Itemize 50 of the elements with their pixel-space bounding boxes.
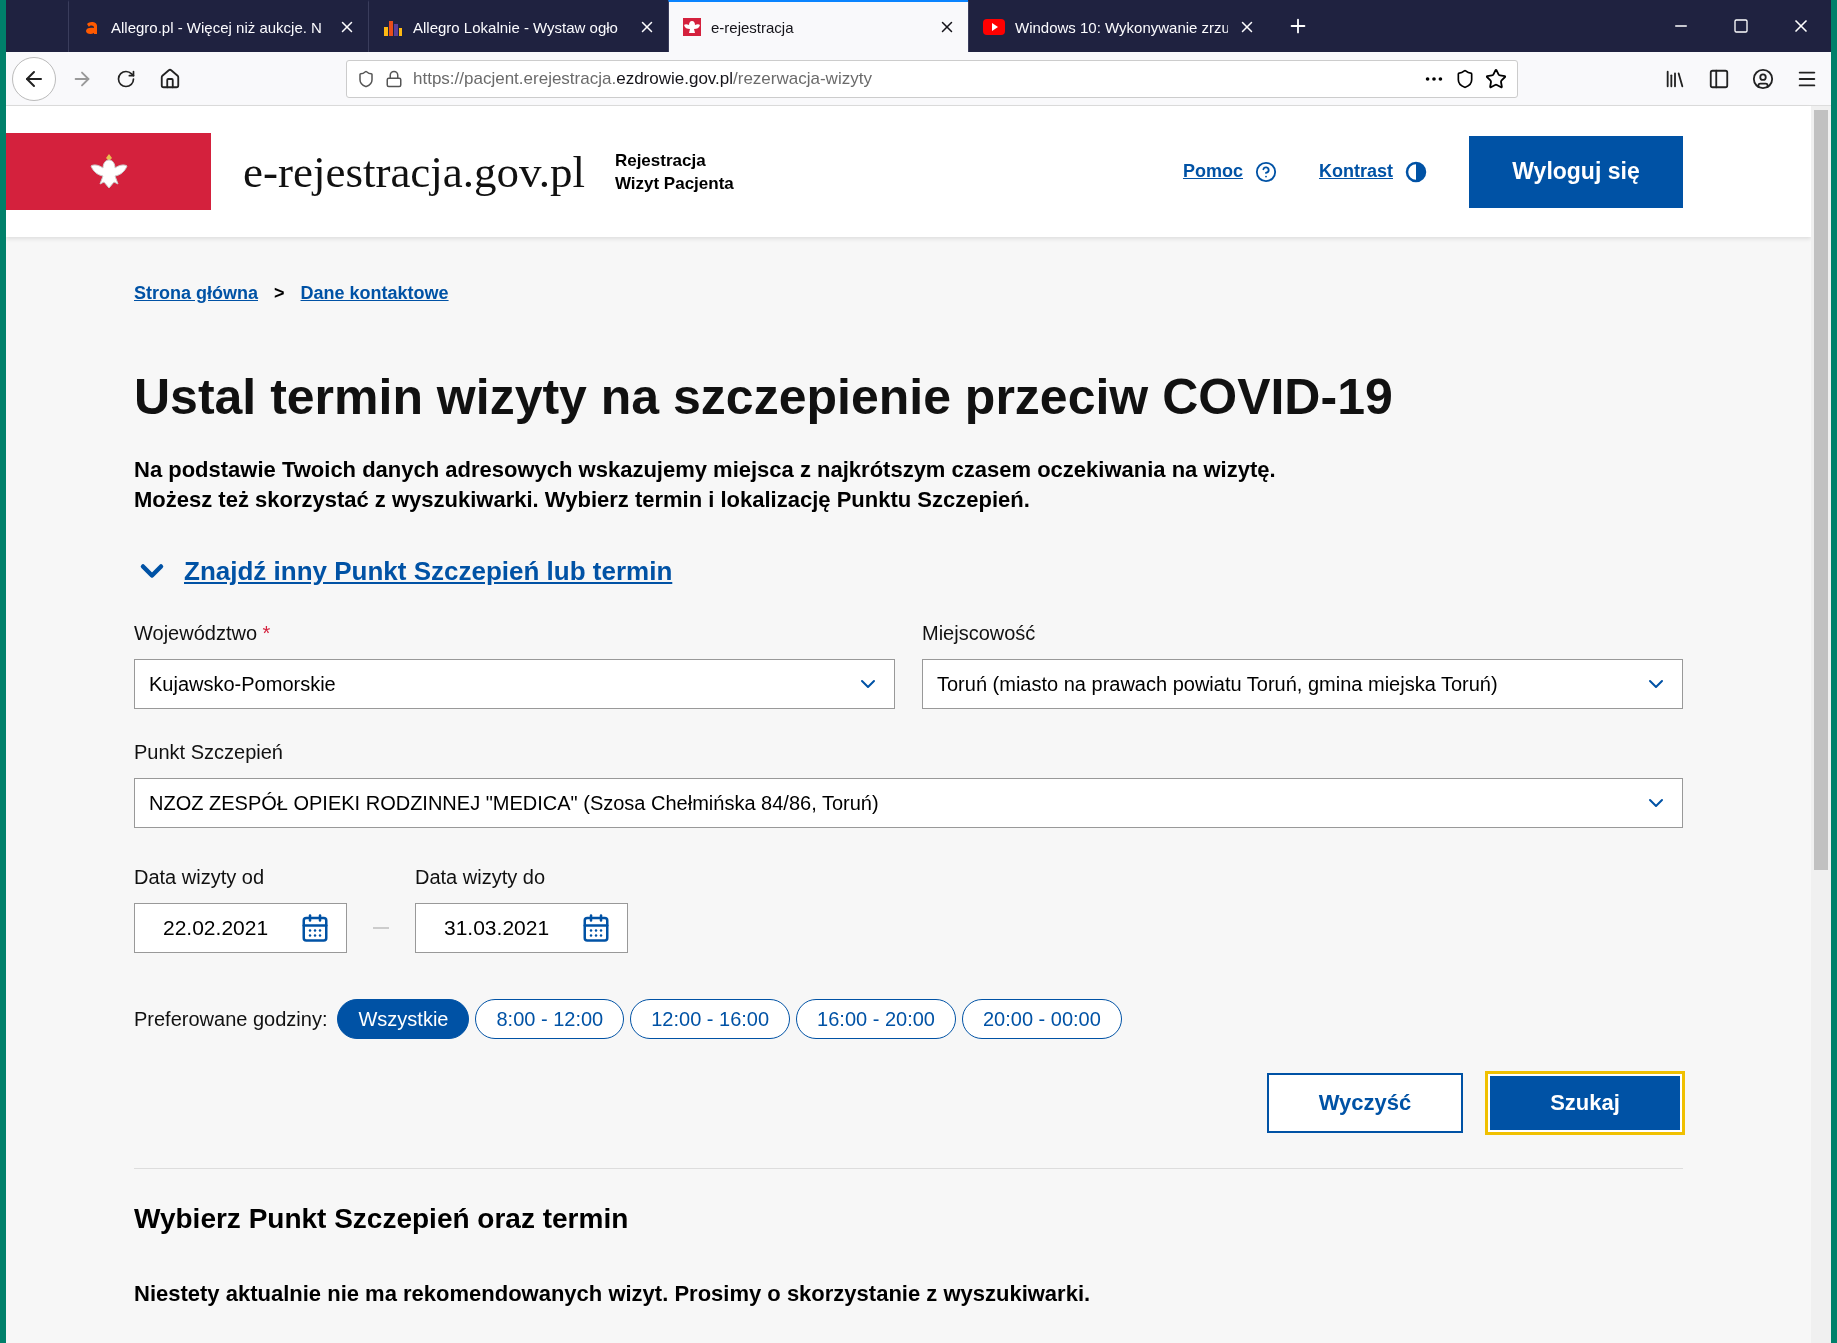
intro-text: Na podstawie Twoich danych adresowych wskazujemy miejsca z najkrótszym czasem oczekiwania na wizytę. Możesz też skorzystać z wyszukiwarki. Wybierz termin i lokalizację Punktu Szczepień. [134,456,1277,514]
hour-chip[interactable]: 16:00 - 20:00 [796,999,956,1039]
calendar-icon [581,913,611,943]
help-link[interactable]: Pomoc [1182,160,1277,183]
address-bar[interactable]: https://pacjent.erejestracja.ezdrowie.gov.pl/rezerwacja-wizyty [346,59,1518,98]
back-button[interactable] [12,56,56,101]
hour-chip[interactable]: 12:00 - 16:00 [630,999,791,1039]
page-title: Ustal termin wizyty na szczepienie przeciw COVID-19 [134,368,1394,426]
play-icon [983,19,1005,35]
account-icon[interactable] [1752,67,1774,90]
lock-icon [385,69,403,88]
breadcrumb-link[interactable]: Dane kontaktowe [300,283,449,304]
calendar-icon [300,913,330,943]
breadcrumb-link[interactable]: Strona główna [134,283,258,304]
search-toggle-link[interactable]: Znajdź inny Punkt Szczepień lub termin [134,553,673,589]
select-field[interactable]: Toruń (miasto na prawach powiatu Toruń, gmina miejska Toruń) [922,659,1683,709]
hour-chip[interactable]: 20:00 - 00:00 [961,999,1122,1039]
search-button[interactable]: Szukaj [1485,1071,1685,1135]
date-field[interactable]: 22.02.2021 [134,903,347,953]
site-logo[interactable]: e-rejestracja.gov.pl [243,145,585,198]
select-field[interactable]: NZOZ ZESPÓŁ OPIEKI RODZINNEJ "MEDICA" (Szosa Chełmińska 84/86, Toruń) [134,778,1683,828]
results-message: Niestety aktualnie nie ma rekomendowanych wizyt. Prosimy o skorzystanie z wyszukiwarki. [134,1281,1092,1307]
site-subtitle: Rejestracja Wizyt Pacjenta [614,149,734,195]
section-heading: Wybierz Punkt Szczepień oraz termin [134,1203,630,1235]
star-icon[interactable] [1485,67,1507,90]
hours-label: Preferowane godziny: [134,1007,328,1031]
clear-button[interactable]: Wyczyść [1267,1073,1463,1133]
date-field[interactable]: 31.03.2021 [415,903,628,953]
contrast-link[interactable]: Kontrast [1319,160,1427,183]
logout-button[interactable]: Wyloguj się [1469,135,1683,208]
maximize-icon[interactable] [1733,18,1749,34]
sidebar-icon[interactable] [1708,67,1730,90]
flag-eagle-icon [683,18,701,36]
select-field[interactable]: Kujawsko-Pomorskie [134,659,895,709]
breadcrumb-separator: > [274,283,285,304]
field-label: Województwo * [134,622,272,645]
scrollbar-thumb[interactable] [1814,110,1828,870]
field-label: Data wizyty do [415,866,547,889]
browser-tab[interactable]: e-rejestracja [668,0,968,52]
bar-chart-icon [383,18,403,36]
reload-icon[interactable] [116,68,136,89]
home-icon[interactable] [159,67,181,90]
shield-icon [357,69,375,88]
field-label: Miejscowość [922,622,1037,645]
field-label: Data wizyty od [134,866,266,889]
hour-chip[interactable]: Wszystkie [337,999,470,1039]
hour-chip[interactable]: 8:00 - 12:00 [475,999,625,1039]
field-label: Punkt Szczepień [134,741,284,764]
help-icon [1255,160,1277,183]
contrast-icon [1405,160,1427,183]
